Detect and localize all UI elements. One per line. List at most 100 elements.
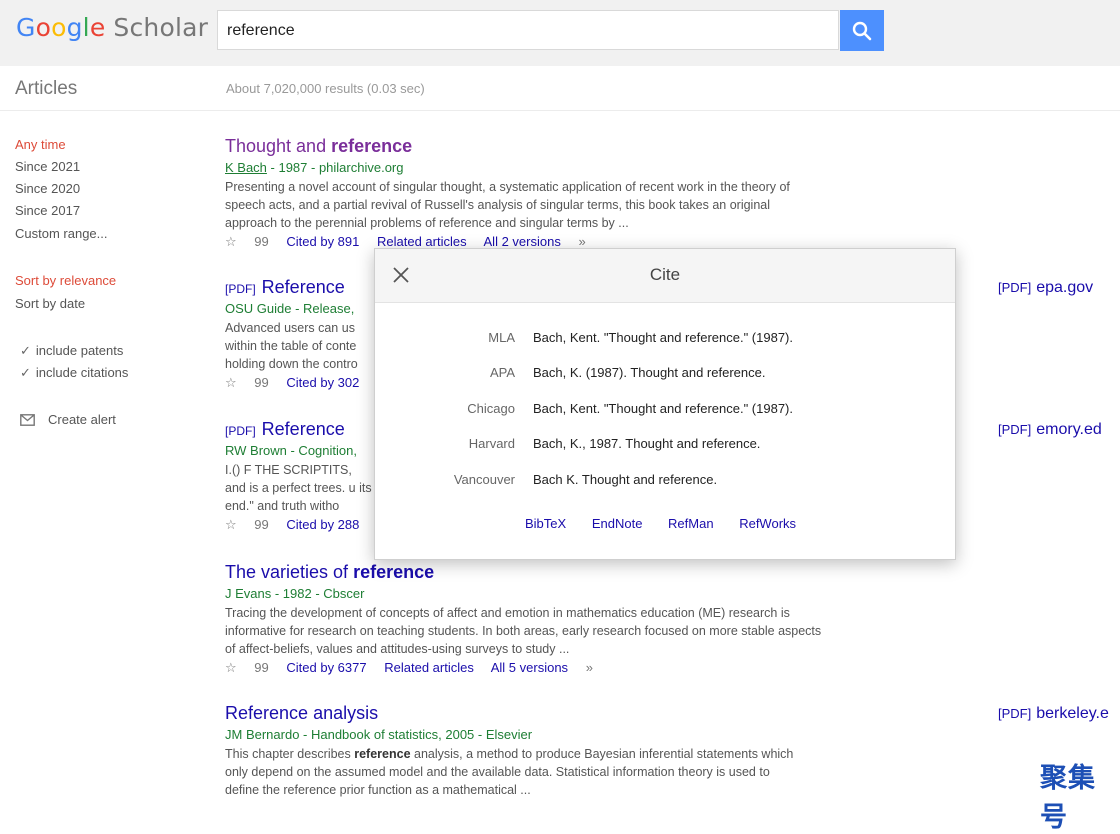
- result-actions: ☆ 99 Cited by 6377 Related articles All …: [225, 660, 825, 676]
- title-text: Thought and: [225, 136, 332, 156]
- top-header: Google Scholar reference: [0, 0, 1120, 66]
- result-meta: K Bach - 1987 - philarchive.org: [225, 160, 825, 175]
- result-snippet: Advanced users can us within the table o…: [225, 321, 358, 371]
- include-citations-label: include citations: [35, 365, 129, 380]
- cited-by-link[interactable]: Cited by 302: [286, 375, 359, 390]
- more-icon[interactable]: »: [578, 234, 585, 249]
- export-endnote-link[interactable]: EndNote: [592, 516, 643, 531]
- result-title-link[interactable]: Thought and reference: [225, 136, 825, 157]
- title-highlight: reference: [331, 136, 413, 156]
- result-title-link[interactable]: The varieties of reference: [225, 562, 825, 583]
- citation-text[interactable]: Bach, K., 1987. Thought and reference.: [533, 436, 760, 451]
- side-pdf-link[interactable]: [PDF] emory.ed: [998, 421, 1102, 439]
- logo-letter: e: [89, 13, 106, 42]
- search-icon: [852, 21, 872, 41]
- side-pdf-link[interactable]: [PDF] epa.gov: [998, 279, 1093, 297]
- pdf-tag: [PDF]: [998, 280, 1032, 295]
- citation-style: Harvard: [468, 436, 515, 451]
- title-text: Reference: [261, 277, 345, 297]
- result-snippet: Presenting a novel account of singular t…: [225, 180, 790, 230]
- title-text: The varieties of: [225, 562, 354, 582]
- pdf-site: berkeley.e: [1036, 705, 1109, 722]
- cite-quote-icon[interactable]: 99: [254, 234, 268, 249]
- save-star-icon[interactable]: ☆: [225, 375, 237, 390]
- search-button[interactable]: [840, 10, 884, 51]
- citation-style: Chicago: [467, 401, 515, 416]
- cited-by-link[interactable]: Cited by 891: [286, 234, 359, 249]
- section-label[interactable]: Articles: [15, 78, 77, 100]
- sort-by-relevance[interactable]: Sort by relevance: [15, 273, 116, 288]
- related-articles-link[interactable]: Related articles: [384, 660, 474, 675]
- save-star-icon[interactable]: ☆: [225, 660, 237, 675]
- cite-dialog-title: Cite: [649, 265, 681, 284]
- sort-by-date[interactable]: Sort by date: [15, 296, 85, 311]
- pdf-tag: [PDF]: [998, 422, 1032, 437]
- meta-text: - 1987 - philarchive.org: [266, 160, 404, 175]
- search-result: Thought and reference K Bach - 1987 - ph…: [225, 136, 825, 250]
- pdf-tag: [PDF]: [998, 706, 1032, 721]
- citation-style: MLA: [488, 330, 515, 345]
- result-meta: JM Bernardo - Handbook of statistics, 20…: [225, 727, 533, 742]
- citation-text[interactable]: Bach K. Thought and reference.: [533, 472, 717, 487]
- export-bibtex-link[interactable]: BibTeX: [525, 516, 566, 531]
- more-icon[interactable]: »: [586, 660, 593, 675]
- save-star-icon[interactable]: ☆: [225, 517, 237, 532]
- citation-text[interactable]: Bach, Kent. "Thought and reference." (19…: [533, 401, 793, 416]
- versions-link[interactable]: All 2 versions: [484, 234, 561, 249]
- export-refman-link[interactable]: RefMan: [668, 516, 714, 531]
- logo-letter: g: [66, 13, 83, 42]
- cite-dialog: Cite MLA Bach, Kent. "Thought and refere…: [374, 248, 956, 560]
- cite-export-links: BibTeX EndNote RefMan RefWorks: [525, 516, 818, 531]
- save-star-icon[interactable]: ☆: [225, 234, 237, 249]
- create-alert-label: Create alert: [48, 412, 116, 427]
- create-alert-link[interactable]: Create alert: [20, 412, 116, 427]
- logo-letter: l: [82, 13, 90, 42]
- envelope-icon: [20, 414, 35, 426]
- cite-quote-icon[interactable]: 99: [254, 660, 268, 675]
- export-refworks-link[interactable]: RefWorks: [739, 516, 796, 531]
- logo-suffix: Scholar: [113, 13, 209, 42]
- pdf-site: emory.ed: [1036, 421, 1102, 438]
- google-scholar-logo[interactable]: Google Scholar: [16, 13, 208, 42]
- cited-by-link[interactable]: Cited by 6377: [286, 660, 366, 675]
- subheader-bar: Articles About 7,020,000 results (0.03 s…: [0, 66, 1120, 111]
- filter-since-2020[interactable]: Since 2020: [15, 181, 80, 196]
- citation-style: Vancouver: [453, 472, 515, 487]
- logo-letter: o: [51, 13, 67, 42]
- title-text: Reference: [261, 419, 345, 439]
- filter-any-time[interactable]: Any time: [15, 137, 66, 152]
- filter-since-2021[interactable]: Since 2021: [15, 159, 80, 174]
- filter-custom-range[interactable]: Custom range...: [15, 226, 108, 241]
- result-snippet: Tracing the development of concepts of a…: [225, 606, 822, 656]
- pdf-site: epa.gov: [1036, 279, 1094, 296]
- watermark: 聚集号: [1040, 763, 1096, 833]
- result-snippet: This chapter describes reference analysi…: [225, 745, 795, 799]
- logo-letter: o: [35, 13, 52, 42]
- include-citations-checkbox[interactable]: ✓ include citations: [20, 365, 128, 381]
- cite-dialog-header: Cite: [375, 249, 955, 303]
- results-count: About 7,020,000 results (0.03 sec): [226, 81, 425, 96]
- related-articles-link[interactable]: Related articles: [377, 234, 467, 249]
- snippet-text: This chapter describes: [225, 747, 355, 761]
- include-patents-checkbox[interactable]: ✓ include patents: [20, 343, 123, 359]
- include-patents-label: include patents: [35, 343, 124, 358]
- result-title-link[interactable]: Reference analysis: [225, 703, 825, 724]
- citation-style: APA: [489, 365, 515, 380]
- logo-letter: G: [16, 13, 36, 42]
- check-icon: ✓: [20, 365, 31, 380]
- citation-text[interactable]: Bach, Kent. "Thought and reference." (19…: [533, 330, 793, 345]
- author-link[interactable]: K Bach: [225, 160, 267, 175]
- cite-quote-icon[interactable]: 99: [254, 375, 268, 390]
- side-pdf-link[interactable]: [PDF] berkeley.e: [998, 705, 1109, 723]
- cite-quote-icon[interactable]: 99: [254, 517, 268, 532]
- title-highlight: reference: [353, 562, 435, 582]
- title-text: analysis: [308, 703, 379, 723]
- cited-by-link[interactable]: Cited by 288: [286, 517, 359, 532]
- search-input[interactable]: reference: [217, 10, 839, 50]
- citation-text[interactable]: Bach, K. (1987). Thought and reference.: [533, 365, 765, 380]
- title-text: Reference: [225, 703, 309, 723]
- check-icon: ✓: [20, 343, 31, 358]
- filter-since-2017[interactable]: Since 2017: [15, 203, 80, 218]
- versions-link[interactable]: All 5 versions: [491, 660, 568, 675]
- result-snippet: I.() F THE SCRIPTITS, and is a perfect t…: [225, 463, 372, 513]
